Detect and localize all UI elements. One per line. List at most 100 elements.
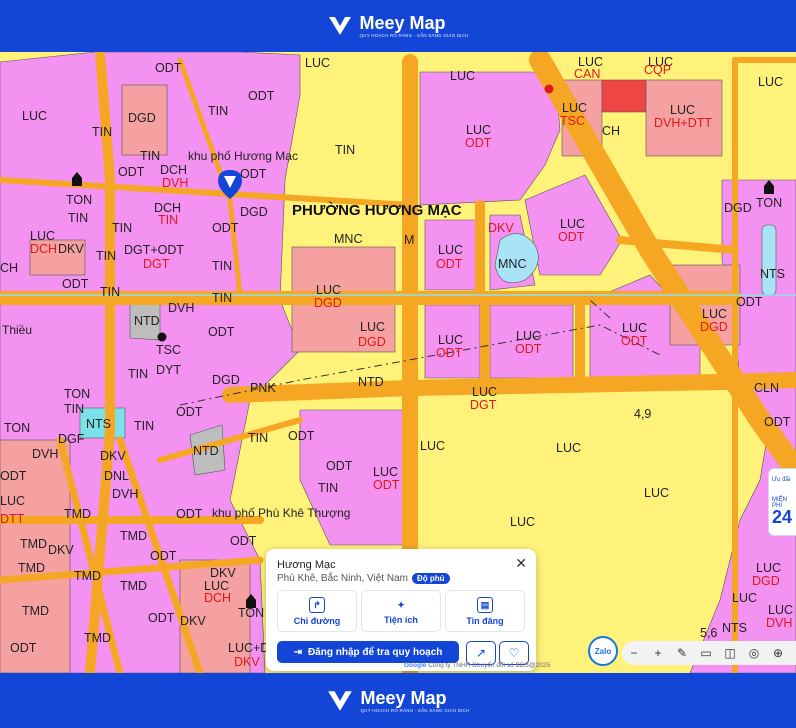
zone-label: DGD <box>724 201 752 215</box>
poi-dot-icon <box>544 84 554 94</box>
zone-code: ODT <box>465 136 492 150</box>
zone-label: DGD <box>240 205 268 219</box>
zone-label: LUC <box>510 515 535 529</box>
zone-label: DKV <box>100 449 126 463</box>
zone-code: DCH <box>204 591 231 605</box>
number-label-2: 5,6 <box>700 626 717 640</box>
amenities-button[interactable]: ✦ Tiện ích <box>361 590 441 632</box>
zone-label: LUC <box>305 56 330 70</box>
locate-icon[interactable]: ⊕ <box>766 641 790 665</box>
zone-code: ODT <box>558 230 585 244</box>
zone-label: LUC <box>316 283 341 297</box>
zone-label: TON <box>756 196 782 210</box>
location-popup: Hương Mạc ✕ Phù Khê, Bắc Ninh, Việt Nam … <box>266 549 536 671</box>
zone-label: TIN <box>212 259 232 273</box>
listings-label: Tin đăng <box>466 615 504 626</box>
zone-label: ODT <box>176 405 203 419</box>
zone-label: ODT <box>150 549 177 563</box>
zone-code: DVH <box>162 176 188 190</box>
zone-label: LUC <box>732 591 757 605</box>
zone-label: LUC <box>644 486 669 500</box>
zone-label: DVH <box>32 447 58 461</box>
directions-icon: ↱ <box>309 596 325 613</box>
zone-label: LUC <box>420 439 445 453</box>
zone-label: TIN <box>112 221 132 235</box>
zone-code: ODT <box>621 334 648 348</box>
zone-label: TON <box>4 421 30 435</box>
split-view-icon[interactable]: ◫ <box>718 641 742 665</box>
zone-label: DGT+ODT <box>124 243 184 257</box>
zone-label: TIN <box>318 481 338 495</box>
zone-label: CH <box>0 261 18 275</box>
zone-label: TMD <box>120 529 147 543</box>
login-icon: ⇥ <box>293 646 302 658</box>
popup-address-row: Phù Khê, Bắc Ninh, Việt Nam Độ phủ <box>277 573 450 584</box>
zone-label: LUC <box>560 217 585 231</box>
zone-label: DKV <box>48 543 74 557</box>
zone-label: LUC <box>438 243 463 257</box>
zone-label: ODT <box>212 221 239 235</box>
directions-button[interactable]: ↱ Chỉ đường <box>277 590 357 632</box>
area-label-phu-khe: khu phố Phù Khê Thượng <box>212 506 350 520</box>
zone-label: NTS <box>722 621 747 635</box>
popup-address: Phù Khê, Bắc Ninh, Việt Nam <box>277 573 408 584</box>
zone-label: TMD <box>64 507 91 521</box>
zone-code: DGD <box>700 320 728 334</box>
zone-label: TIN <box>96 249 116 263</box>
zone-label: TMD <box>22 604 49 618</box>
zone-label: ODT <box>736 295 763 309</box>
zone-label: LUC <box>373 465 398 479</box>
zone-label: DGF <box>58 432 85 446</box>
zalo-button[interactable]: Zalo <box>588 636 618 666</box>
zoom-in-button[interactable]: + <box>646 641 670 665</box>
listings-button[interactable]: ▤ Tin đăng <box>445 590 525 632</box>
zone-label: TIN <box>140 149 160 163</box>
meey-logo-icon <box>329 17 352 35</box>
zone-label: TIN <box>92 125 112 139</box>
zone-label: LUC <box>0 494 25 508</box>
promo-chip-text: Ưu đãi <box>772 477 791 483</box>
zone-label: LUC <box>622 321 647 335</box>
coverage-badge[interactable]: Độ phủ <box>412 573 450 584</box>
sparkle-icon: ✦ <box>397 599 405 610</box>
promo-chip[interactable]: Ưu đãi MIỄN PHÍ 24 <box>768 468 796 536</box>
zone-code: DVH+DTT <box>654 116 712 130</box>
zone-label: TIN <box>100 285 120 299</box>
zone-label: TMD <box>84 631 111 645</box>
heart-icon: ♡ <box>508 646 520 660</box>
zone-code: CAN <box>574 67 600 81</box>
zone-label: ODT <box>288 429 315 443</box>
footer-brand-logo[interactable]: Meey Map QUY HOẠCH RÕ RÀNG - SẴN SÀNG GI… <box>326 687 469 715</box>
footer-brand-name: Meey Map <box>360 687 447 708</box>
zone-label: CLN <box>754 381 779 395</box>
layers-icon[interactable]: ◎ <box>742 641 766 665</box>
zone-label: TMD <box>74 569 101 583</box>
zone-code: DGT <box>143 257 170 271</box>
number-label-1: 4,9 <box>634 407 651 421</box>
area-label-huong-mac: khu phố Hương Mạc <box>188 149 298 163</box>
popup-title: Hương Mạc <box>277 559 336 571</box>
amenities-label: Tiện ích <box>384 614 418 625</box>
zone-code: ODT <box>436 346 463 360</box>
brand-logo[interactable]: Meey Map QUY HOẠCH RÕ RÀNG - SẴN SÀNG GI… <box>327 13 468 39</box>
brand-name: Meey Map <box>359 13 446 33</box>
paint-icon[interactable]: ✎ <box>670 641 694 665</box>
zone-label: ODT <box>764 415 791 429</box>
zone-code: TSC <box>560 114 585 128</box>
zone-code: TIN <box>158 213 178 227</box>
zoom-out-button[interactable]: − <box>622 641 646 665</box>
zone-label: LUC <box>22 109 47 123</box>
close-icon[interactable]: ✕ <box>515 555 527 572</box>
zone-label: NTD <box>358 375 384 389</box>
zone-code: DGD <box>752 574 780 588</box>
login-lookup-button[interactable]: ⇥ Đăng nhập để tra quy hoạch <box>277 641 459 663</box>
zone-label: LUC <box>472 385 497 399</box>
zone-label: DKV <box>210 566 236 580</box>
zone-code: CQP <box>644 63 671 77</box>
zone-code: DVH <box>766 616 792 630</box>
print-icon[interactable]: ▭ <box>694 641 718 665</box>
zone-label: DKV <box>180 614 206 628</box>
map-toolbar: − + ✎ ▭ ◫ ◎ ⊕ <box>622 641 796 665</box>
zone-label: ODT <box>155 61 182 75</box>
zone-code: ODT <box>515 342 542 356</box>
